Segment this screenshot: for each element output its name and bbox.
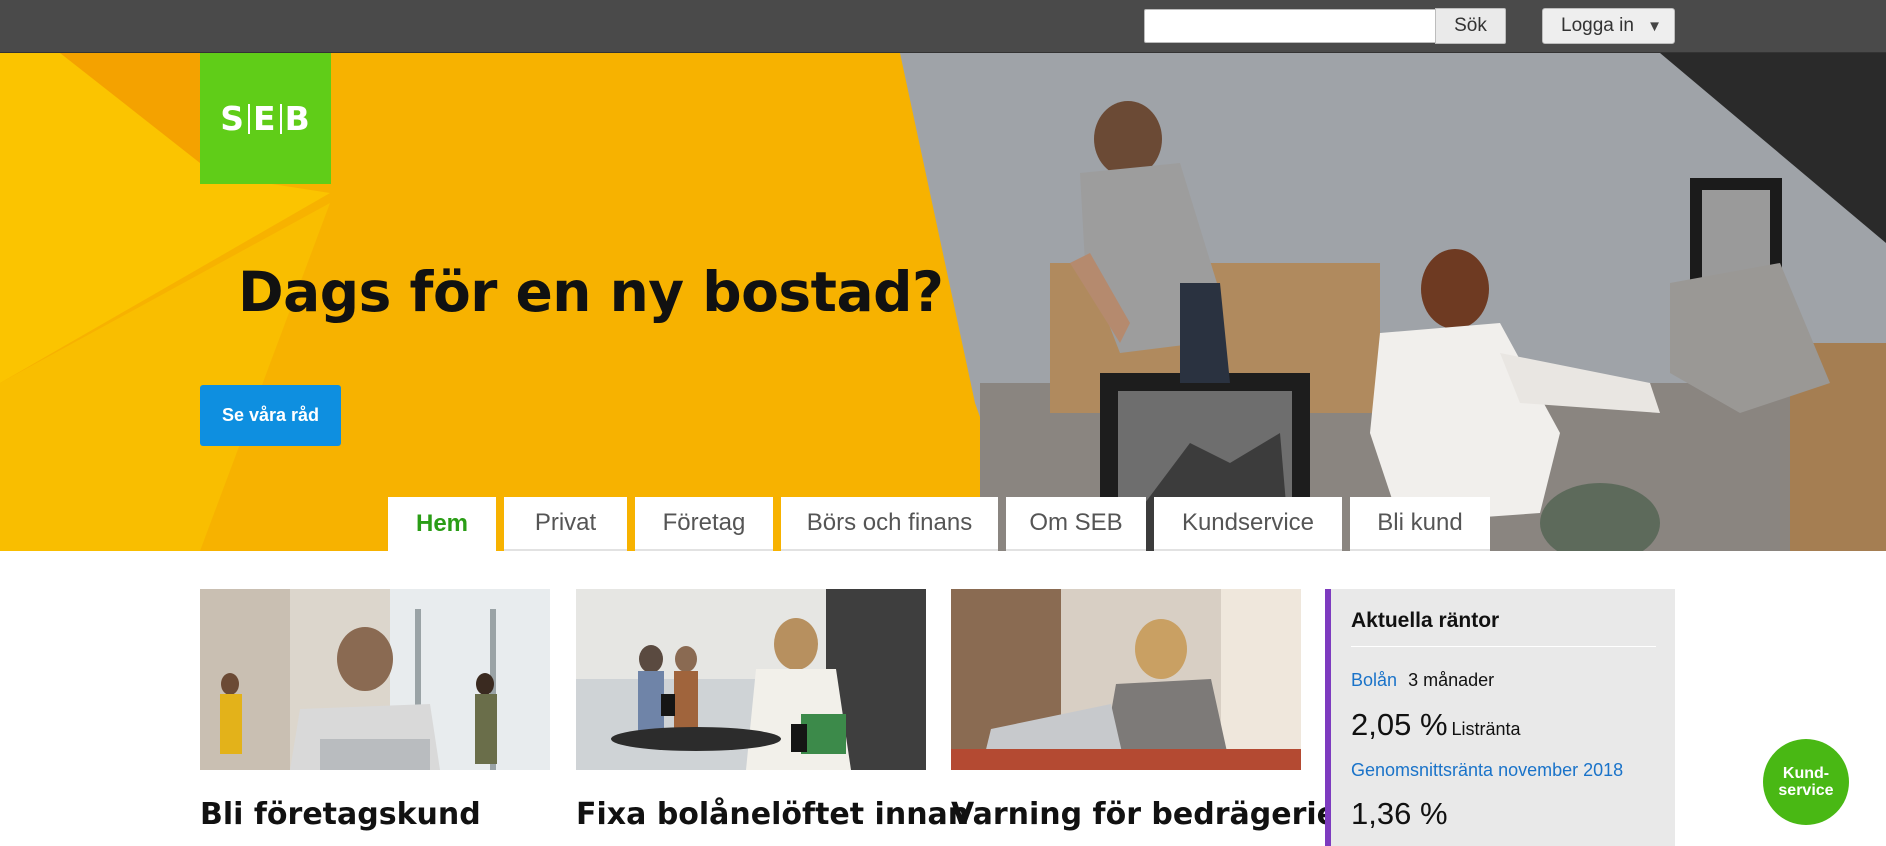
logo-letter-s: S xyxy=(220,99,246,138)
customer-service-line2: service xyxy=(1778,782,1834,799)
tab-bli-kund[interactable]: Bli kund xyxy=(1350,497,1490,551)
caret-down-icon: ▼ xyxy=(1647,18,1662,35)
see-advice-button[interactable]: Se våra råd xyxy=(200,385,341,446)
logo-divider xyxy=(279,103,282,134)
average-rate-value: 1,36 % xyxy=(1351,796,1448,831)
login-button-label: Logga in xyxy=(1561,15,1634,36)
rates-title: Aktuella räntor xyxy=(1351,609,1500,632)
card-image-mortgage[interactable] xyxy=(576,589,926,770)
businessman-photo xyxy=(200,589,550,770)
hero-banner: S E B Dags för en ny bostad? Se våra råd xyxy=(0,53,1886,551)
woman-cafe-photo xyxy=(576,589,926,770)
mortgage-rate-number: 2,05 % xyxy=(1351,707,1448,742)
rates-divider xyxy=(1351,646,1656,647)
tab-bors-och-finans[interactable]: Börs och finans xyxy=(781,497,998,551)
logo-letter-b: B xyxy=(284,99,311,138)
search-input[interactable] xyxy=(1144,9,1436,43)
search-button[interactable]: Sök xyxy=(1435,8,1506,44)
card-title-mortgage[interactable]: Fixa bolånelöftet innan xyxy=(576,797,969,832)
tab-kundservice[interactable]: Kundservice xyxy=(1154,497,1342,551)
woman-laptop-photo xyxy=(951,589,1301,770)
logo-letter-e: E xyxy=(253,99,277,138)
mortgage-term: 3 månader xyxy=(1408,670,1495,690)
card-image-business[interactable] xyxy=(200,589,550,770)
card-title-fraud[interactable]: Varning för bedrägerier xyxy=(951,797,1352,832)
tab-hem[interactable]: Hem xyxy=(388,497,496,551)
mortgage-rate-label: Listränta xyxy=(1451,719,1521,739)
main-nav-tabs: Hem Privat Företag Börs och finans Om SE… xyxy=(388,497,1490,551)
customer-service-button[interactable]: Kund- service xyxy=(1763,739,1849,825)
rates-row-mortgage: Bolån 3 månader xyxy=(1351,670,1494,691)
tab-om-seb[interactable]: Om SEB xyxy=(1006,497,1146,551)
hero-title: Dags för en ny bostad? xyxy=(238,260,944,324)
average-rate-link[interactable]: Genomsnittsränta november 2018 xyxy=(1351,760,1623,781)
login-button[interactable]: Logga in ▼ xyxy=(1542,8,1675,44)
mortgage-rate-link[interactable]: Bolån xyxy=(1351,670,1397,690)
top-bar: Sök Logga in ▼ xyxy=(0,0,1886,53)
tab-privat[interactable]: Privat xyxy=(504,497,627,551)
tab-foretag[interactable]: Företag xyxy=(635,497,773,551)
mortgage-rate-value: 2,05 % Listränta xyxy=(1351,707,1521,743)
card-title-business[interactable]: Bli företagskund xyxy=(200,797,481,832)
card-image-fraud[interactable] xyxy=(951,589,1301,770)
seb-logo[interactable]: S E B xyxy=(200,53,331,184)
current-rates-panel: Aktuella räntor Bolån 3 månader 2,05 % Li… xyxy=(1325,589,1675,846)
customer-service-line1: Kund- xyxy=(1782,765,1830,782)
logo-divider xyxy=(248,103,251,134)
